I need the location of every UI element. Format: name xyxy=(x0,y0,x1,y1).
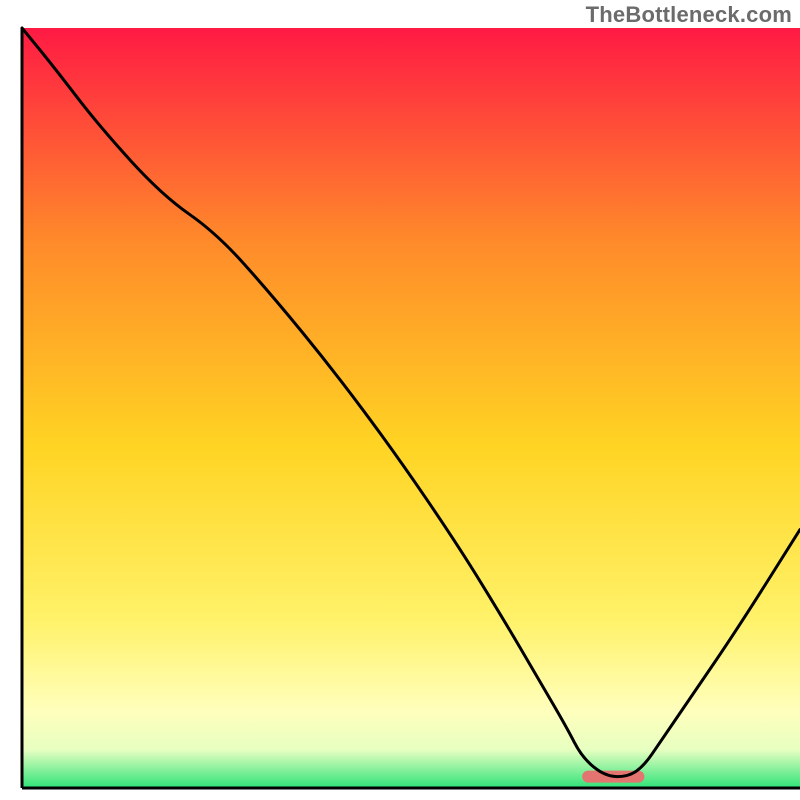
bottleneck-chart xyxy=(0,0,800,800)
watermark-text: TheBottleneck.com xyxy=(586,2,792,28)
plot-area xyxy=(22,28,800,788)
chart-container: TheBottleneck.com xyxy=(0,0,800,800)
